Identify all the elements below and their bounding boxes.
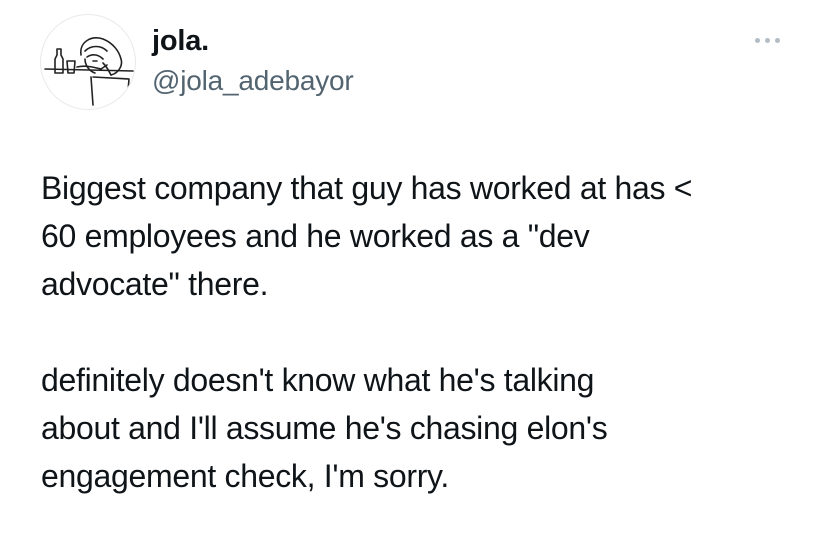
more-horizontal-icon bbox=[755, 38, 760, 43]
tweet-card: jola. @jola_adebayor Biggest company tha… bbox=[0, 0, 828, 533]
author-handle[interactable]: @jola_adebayor bbox=[152, 64, 354, 98]
author-display-name[interactable]: jola. bbox=[152, 24, 209, 58]
more-horizontal-icon bbox=[765, 38, 770, 43]
tweet-paragraph: definitely doesn't know what he's talkin… bbox=[41, 362, 608, 494]
more-horizontal-icon bbox=[775, 38, 780, 43]
avatar[interactable] bbox=[40, 14, 136, 110]
tweet-text: Biggest company that guy has worked at h… bbox=[41, 164, 811, 500]
more-options-button[interactable] bbox=[746, 26, 790, 54]
doodle-sketch-avatar-icon bbox=[44, 37, 134, 106]
tweet-paragraph: Biggest company that guy has worked at h… bbox=[41, 170, 693, 302]
